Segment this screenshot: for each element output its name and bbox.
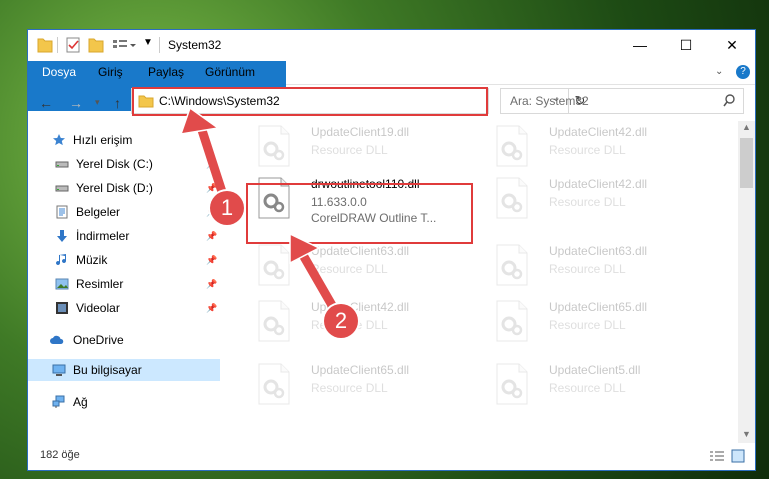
step-2-badge: 2 [324,304,358,338]
annotation-arrows [179,106,338,312]
step-1-badge: 1 [210,191,244,225]
arrow-2 [298,250,338,312]
arrow-1 [195,119,229,203]
arrow-1-head [179,106,220,135]
